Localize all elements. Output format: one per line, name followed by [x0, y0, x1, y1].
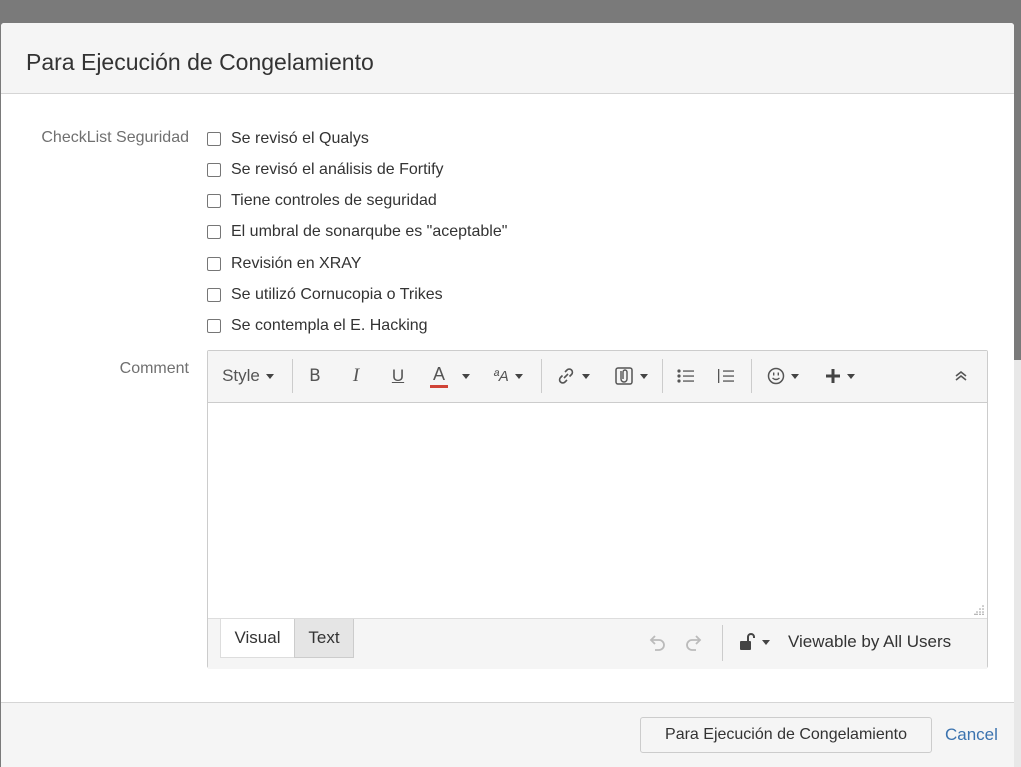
- cancel-link[interactable]: Cancel: [945, 725, 998, 745]
- comment-textarea[interactable]: [208, 403, 987, 618]
- dialog-footer: Para Ejecución de Congelamiento Cancel: [1, 702, 1014, 767]
- bullet-list-button[interactable]: [674, 361, 698, 391]
- numbered-list-button[interactable]: [714, 361, 738, 391]
- text-color-dropdown[interactable]: [458, 361, 474, 391]
- editor-footer: Visual Text Viewable by All Users: [208, 618, 987, 669]
- plus-icon: [826, 369, 840, 383]
- font-size-dropdown[interactable]: ªA: [486, 361, 530, 391]
- checklist-item[interactable]: El umbral de sonarqube es "aceptable": [207, 221, 507, 243]
- unlock-icon: [740, 633, 755, 650]
- visibility-dropdown[interactable]: Viewable by All Users: [738, 630, 951, 654]
- style-dropdown[interactable]: Style: [216, 361, 280, 391]
- underline-button[interactable]: U: [385, 361, 411, 391]
- chevron-double-up-icon: [955, 370, 967, 381]
- toolbar-divider: [662, 359, 663, 393]
- checkbox-label[interactable]: Se revisó el análisis de Fortify: [231, 161, 444, 179]
- tab-visual[interactable]: Visual: [220, 619, 295, 658]
- editor-toolbar: Style B I U A ªA: [208, 351, 987, 403]
- checkbox[interactable]: [207, 194, 221, 208]
- checkbox-label[interactable]: El umbral de sonarqube es "aceptable": [231, 223, 507, 241]
- text-color-swatch: [430, 384, 448, 388]
- footer-divider: [722, 625, 723, 661]
- attachment-dropdown[interactable]: [610, 361, 652, 391]
- toolbar-divider: [541, 359, 542, 393]
- dialog-title: Para Ejecución de Congelamiento: [26, 49, 374, 75]
- toolbar-divider: [751, 359, 752, 393]
- checklist-item[interactable]: Se revisó el análisis de Fortify: [207, 159, 444, 181]
- collapse-toolbar-button[interactable]: [949, 361, 973, 391]
- checkbox-label[interactable]: Revisión en XRAY: [231, 255, 361, 273]
- checklist-item[interactable]: Se contempla el E. Hacking: [207, 315, 428, 337]
- checkbox[interactable]: [207, 225, 221, 239]
- paperclip-icon: [615, 367, 633, 385]
- chevron-down-icon: [791, 373, 799, 379]
- font-size-icon: ªA: [493, 367, 509, 385]
- dialog: Para Ejecución de Congelamiento CheckLis…: [1, 23, 1014, 767]
- numbered-list-icon: [718, 369, 734, 383]
- checkbox-label[interactable]: Tiene controles de seguridad: [231, 192, 437, 210]
- checkbox[interactable]: [207, 132, 221, 146]
- checklist-item[interactable]: Revisión en XRAY: [207, 253, 361, 275]
- emoticon-icon: [767, 367, 785, 385]
- emoticon-dropdown[interactable]: [762, 361, 804, 391]
- chevron-down-icon: [762, 639, 770, 645]
- bold-button[interactable]: B: [302, 361, 328, 391]
- chevron-down-icon: [640, 373, 648, 379]
- text-color-button[interactable]: A: [426, 361, 452, 391]
- redo-icon: [686, 635, 702, 651]
- checklist-item[interactable]: Se revisó el Qualys: [207, 128, 369, 150]
- comment-editor: Style B I U A ªA Visual Text Viewable by…: [207, 350, 988, 669]
- checkbox[interactable]: [207, 163, 221, 177]
- bullet-list-icon: [677, 369, 694, 383]
- chevron-down-icon: [462, 373, 470, 379]
- checkbox-label[interactable]: Se utilizó Cornucopia o Trikes: [231, 286, 443, 304]
- checkbox[interactable]: [207, 319, 221, 333]
- toolbar-divider: [292, 359, 293, 393]
- dialog-header: Para Ejecución de Congelamiento: [1, 23, 1014, 94]
- checkbox-label[interactable]: Se contempla el E. Hacking: [231, 317, 428, 335]
- insert-more-dropdown[interactable]: [820, 361, 860, 391]
- background-page: [1014, 360, 1021, 767]
- chevron-down-icon: [847, 373, 855, 379]
- undo-button[interactable]: [646, 631, 668, 653]
- checkbox-label[interactable]: Se revisó el Qualys: [231, 130, 369, 148]
- italic-button[interactable]: I: [343, 361, 369, 391]
- chevron-down-icon: [582, 373, 590, 379]
- chevron-down-icon: [265, 373, 274, 379]
- redo-button[interactable]: [683, 631, 705, 653]
- comment-label: Comment: [119, 360, 189, 377]
- style-dropdown-label: Style: [222, 366, 260, 385]
- undo-icon: [649, 635, 665, 651]
- tab-text[interactable]: Text: [294, 619, 354, 658]
- checkbox[interactable]: [207, 288, 221, 302]
- submit-button[interactable]: Para Ejecución de Congelamiento: [640, 717, 932, 753]
- link-dropdown[interactable]: [552, 361, 594, 391]
- text-color-letter: A: [432, 363, 445, 384]
- link-icon: [558, 368, 574, 384]
- checkbox[interactable]: [207, 257, 221, 271]
- resize-grip-icon[interactable]: [974, 605, 984, 615]
- chevron-down-icon: [514, 373, 523, 379]
- checklist-item[interactable]: Se utilizó Cornucopia o Trikes: [207, 284, 443, 306]
- visibility-label: Viewable by All Users: [788, 632, 952, 651]
- checklist-label: CheckList Seguridad: [41, 129, 189, 146]
- checklist-item[interactable]: Tiene controles de seguridad: [207, 190, 437, 212]
